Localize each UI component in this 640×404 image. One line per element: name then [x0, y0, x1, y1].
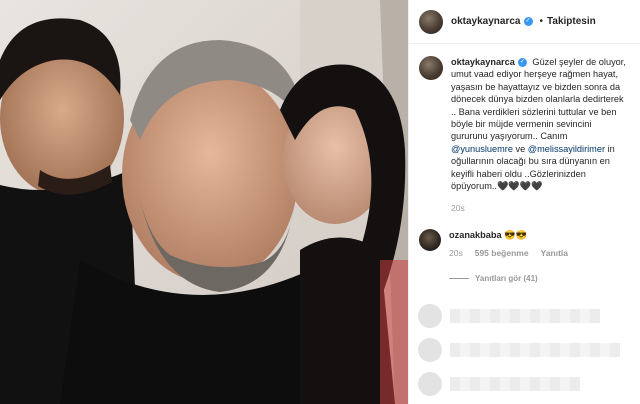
comment-likes[interactable]: 595 beğenme	[475, 247, 529, 259]
post-photo	[0, 0, 408, 404]
verified-badge-icon: ✓	[523, 17, 533, 26]
blurred-row	[418, 372, 632, 396]
comment-item: ozanakbaba 😎😎 20s 595 beğenme Yanıtla	[419, 228, 630, 260]
replies-line	[449, 277, 469, 279]
comment-meta: 20s 595 beğenme Yanıtla	[449, 247, 568, 259]
comment-content: ozanakbaba 😎😎 20s 595 beğenme Yanıtla	[449, 229, 568, 260]
caption-author-avatar[interactable]	[419, 56, 443, 80]
caption-timestamp: 20s	[451, 203, 465, 214]
mention-melissayildirimer[interactable]: @melissayildirimer	[528, 144, 605, 154]
caption-emoji: 🖤🖤🖤🖤	[496, 181, 543, 192]
post-header: oktaykaynarca ✓ • Takiptesin	[409, 0, 640, 44]
photo-image	[0, 0, 408, 404]
view-replies-button[interactable]: Yanıtları gör (41)	[449, 274, 630, 283]
commenter-username[interactable]: ozanakbaba	[449, 230, 502, 240]
blurred-row	[418, 338, 632, 362]
comment-text: 😎😎	[504, 229, 528, 240]
author-avatar[interactable]	[419, 9, 443, 34]
reply-button[interactable]: Yanıtla	[541, 247, 568, 259]
caption-username[interactable]: oktaykaynarca	[451, 57, 515, 67]
view-replies-label: Yanıtları gör (41)	[475, 273, 538, 283]
comment-timestamp: 20s	[449, 248, 463, 259]
mention-yunusluemre[interactable]: @yunusluemre	[451, 144, 513, 154]
blurred-text	[450, 309, 600, 323]
separator-dot: •	[539, 16, 544, 27]
blurred-avatar	[418, 372, 442, 396]
caption-connector: ve	[515, 143, 526, 154]
comments-section: oktaykaynarca ✓ Güzel şeyler de oluyor, u…	[409, 44, 640, 283]
caption-part-1: Güzel şeyler de oluyor, umut vaad ediyor…	[451, 57, 626, 142]
blurred-avatar	[418, 338, 442, 362]
verified-badge-icon: ✓	[517, 58, 527, 68]
blurred-text	[450, 377, 580, 391]
blurred-text	[450, 343, 620, 357]
following-button[interactable]: Takiptesin	[547, 16, 596, 27]
author-username[interactable]: oktaykaynarca	[451, 16, 521, 27]
blurred-row	[418, 304, 632, 328]
post-caption: oktaykaynarca ✓ Güzel şeyler de oluyor, u…	[419, 56, 630, 215]
blurred-comments	[418, 304, 632, 400]
commenter-avatar[interactable]	[419, 228, 441, 251]
blurred-avatar	[418, 304, 442, 328]
caption-text: oktaykaynarca ✓ Güzel şeyler de oluyor, u…	[451, 56, 630, 215]
